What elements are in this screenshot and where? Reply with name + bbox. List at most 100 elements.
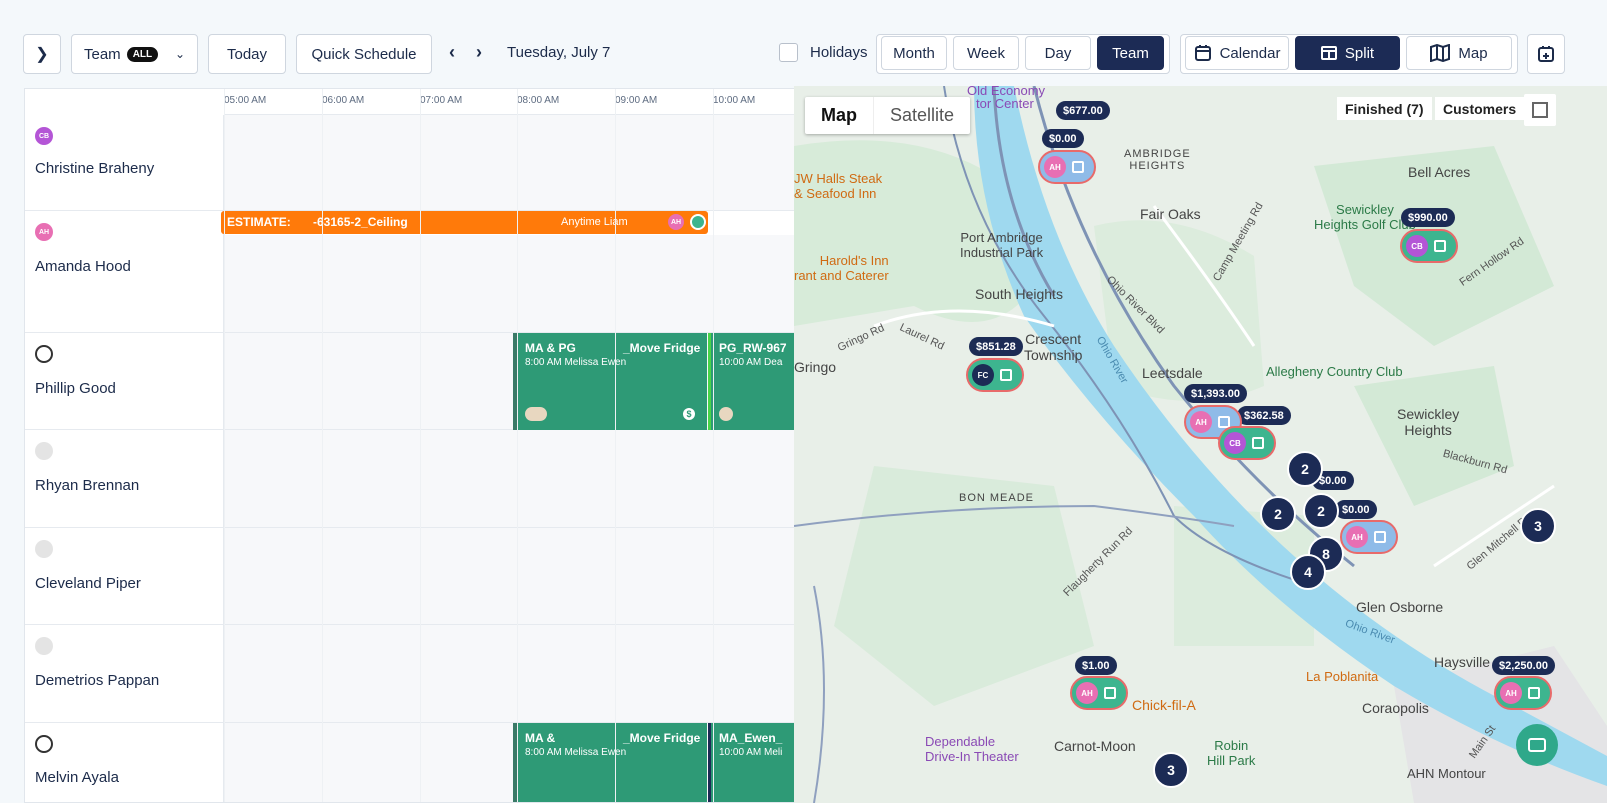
row-timeline[interactable] [224, 430, 801, 527]
add-event-button[interactable] [1527, 34, 1565, 74]
map-type-map[interactable]: Map [805, 97, 873, 134]
holidays-checkbox[interactable] [779, 43, 798, 62]
member-name[interactable]: Phillip Good [35, 380, 116, 397]
layout-calendar-button[interactable]: Calendar [1185, 36, 1289, 70]
job-pin[interactable]: AH [1038, 150, 1096, 184]
chevron-down-icon: ⌄ [174, 47, 185, 61]
map-cluster[interactable]: 2 [1287, 451, 1323, 487]
map-label: Bell Acres [1408, 164, 1471, 180]
event-title: MA & [525, 731, 556, 745]
job-event[interactable]: MA_Ewen_ 10:00 AM Meli [708, 723, 801, 802]
member-cell: Melvin Ayala [25, 723, 224, 802]
job-event[interactable]: PG_RW-967 10:00 AM Dea [708, 333, 801, 430]
previous-day-icon[interactable]: ‹ [449, 42, 455, 63]
team-row: AH Amanda Hood ESTIMATE: -63165-2_Ceilin… [25, 211, 801, 333]
map-view[interactable]: Map Satellite Finished (7) Customers Old… [794, 86, 1607, 803]
hour-line [517, 89, 518, 802]
team-row: Melvin Ayala MA & _Move Fridge 8:00 AM M… [25, 723, 801, 802]
map-cluster[interactable]: 3 [1153, 752, 1189, 788]
view-month-button[interactable]: Month [881, 36, 947, 70]
calendar-icon [1528, 687, 1540, 699]
event-title: ESTIMATE: [227, 215, 291, 229]
view-day-button[interactable]: Day [1025, 36, 1091, 70]
view-team-button[interactable]: Team [1097, 36, 1164, 70]
map-cluster[interactable]: 2 [1303, 493, 1339, 529]
row-timeline[interactable] [224, 528, 801, 624]
price-pill[interactable]: $0.00 [1042, 129, 1084, 148]
price-pill[interactable]: $0.00 [1335, 500, 1377, 519]
estimate-event[interactable]: ESTIMATE: -63165-2_Ceiling Anytime Liam … [221, 211, 708, 234]
hour-line [224, 89, 225, 802]
pin-avatar: FC [972, 364, 994, 386]
job-event[interactable]: MA & _Move Fridge 8:00 AM Melissa Ewen [513, 723, 707, 802]
job-pin[interactable]: AH [1070, 676, 1128, 710]
collapse-sidebar-button[interactable]: ❯ [23, 34, 61, 74]
customers-filter[interactable]: Customers [1435, 97, 1525, 120]
hour-line [420, 89, 421, 802]
current-date: Tuesday, July 7 [507, 44, 611, 61]
job-pin[interactable]: AH [1340, 520, 1398, 554]
member-name[interactable]: Cleveland Piper [35, 575, 141, 592]
member-name[interactable]: Demetrios Pappan [35, 672, 159, 689]
map-label: Glen Osborne [1356, 599, 1444, 615]
member-name[interactable]: Christine Braheny [35, 160, 154, 177]
map-label: Carnot-Moon [1054, 738, 1136, 754]
job-pin[interactable]: CB [1400, 229, 1458, 263]
map-cluster[interactable]: 3 [1520, 508, 1556, 544]
today-button[interactable]: Today [208, 34, 286, 74]
avatar: CB [35, 127, 53, 145]
avatar [35, 442, 53, 460]
chat-icon [1528, 738, 1546, 752]
team-row: Phillip Good MA & PG _Move Fridge 8:00 A… [25, 333, 801, 430]
hour-line [713, 89, 714, 802]
member-cell: Cleveland Piper [25, 528, 224, 624]
view-week-button[interactable]: Week [953, 36, 1019, 70]
map-label: JW Halls Steak & Seafood Inn [794, 171, 883, 201]
time-header: 05:00 AM 06:00 AM 07:00 AM 08:00 AM 09:0… [224, 89, 801, 115]
member-name[interactable]: Amanda Hood [35, 258, 131, 275]
map-label: Gringo [794, 359, 837, 375]
team-row: Cleveland Piper [25, 528, 801, 625]
map-cluster[interactable]: 4 [1290, 554, 1326, 590]
map-label: Sewickley Heights [1397, 406, 1460, 438]
team-filter-badge: ALL [126, 46, 159, 62]
job-event[interactable]: MA & PG _Move Fridge 8:00 AM Melissa Ewe… [513, 333, 707, 430]
price-pill[interactable]: $990.00 [1401, 208, 1455, 227]
event-time: 8:00 AM Melissa Ewen [525, 357, 627, 368]
event-title: MA_Ewen_ [719, 731, 783, 745]
layout-map-button[interactable]: Map [1406, 36, 1512, 70]
map-type-satellite[interactable]: Satellite [873, 97, 970, 134]
price-pill[interactable]: $362.58 [1237, 406, 1291, 425]
calendar-icon [1252, 437, 1264, 449]
map-label: AMBRIDGE HEIGHTS [1124, 148, 1191, 172]
map-label: Allegheny Country Club [1266, 364, 1403, 379]
finished-filter[interactable]: Finished (7) [1337, 97, 1432, 120]
pin-avatar: AH [1076, 682, 1098, 704]
event-title: PG_RW-967 [719, 341, 787, 355]
event-time: 8:00 AM Melissa Ewen [525, 747, 627, 758]
pin-avatar: CB [1406, 235, 1428, 257]
job-pin[interactable]: AH [1494, 676, 1552, 710]
avatar [35, 540, 53, 558]
job-pin[interactable]: CB [1218, 426, 1276, 460]
row-timeline[interactable] [224, 625, 801, 722]
next-day-icon[interactable]: › [476, 42, 482, 63]
fullscreen-button[interactable] [1524, 94, 1556, 126]
price-pill[interactable]: $2,250.00 [1492, 656, 1555, 675]
member-name[interactable]: Rhyan Brennan [35, 477, 139, 494]
price-pill[interactable]: $1,393.00 [1184, 384, 1247, 403]
map-type-switcher: Map Satellite [805, 97, 971, 134]
map-cluster[interactable]: 2 [1260, 496, 1296, 532]
map-label: Chick-fil-A [1132, 697, 1196, 713]
price-pill[interactable]: $677.00 [1056, 101, 1110, 120]
job-pin[interactable]: FC [966, 358, 1024, 392]
row-timeline[interactable] [224, 115, 801, 210]
team-filter-select[interactable]: Team ALL ⌄ [71, 34, 198, 74]
quick-schedule-button[interactable]: Quick Schedule [296, 34, 432, 74]
price-pill[interactable]: $851.28 [969, 337, 1023, 356]
calendar-icon [1434, 240, 1446, 252]
chat-button[interactable] [1516, 724, 1558, 766]
price-pill[interactable]: $1.00 [1075, 656, 1117, 675]
layout-split-button[interactable]: Split [1295, 36, 1400, 70]
member-name[interactable]: Melvin Ayala [35, 769, 119, 786]
